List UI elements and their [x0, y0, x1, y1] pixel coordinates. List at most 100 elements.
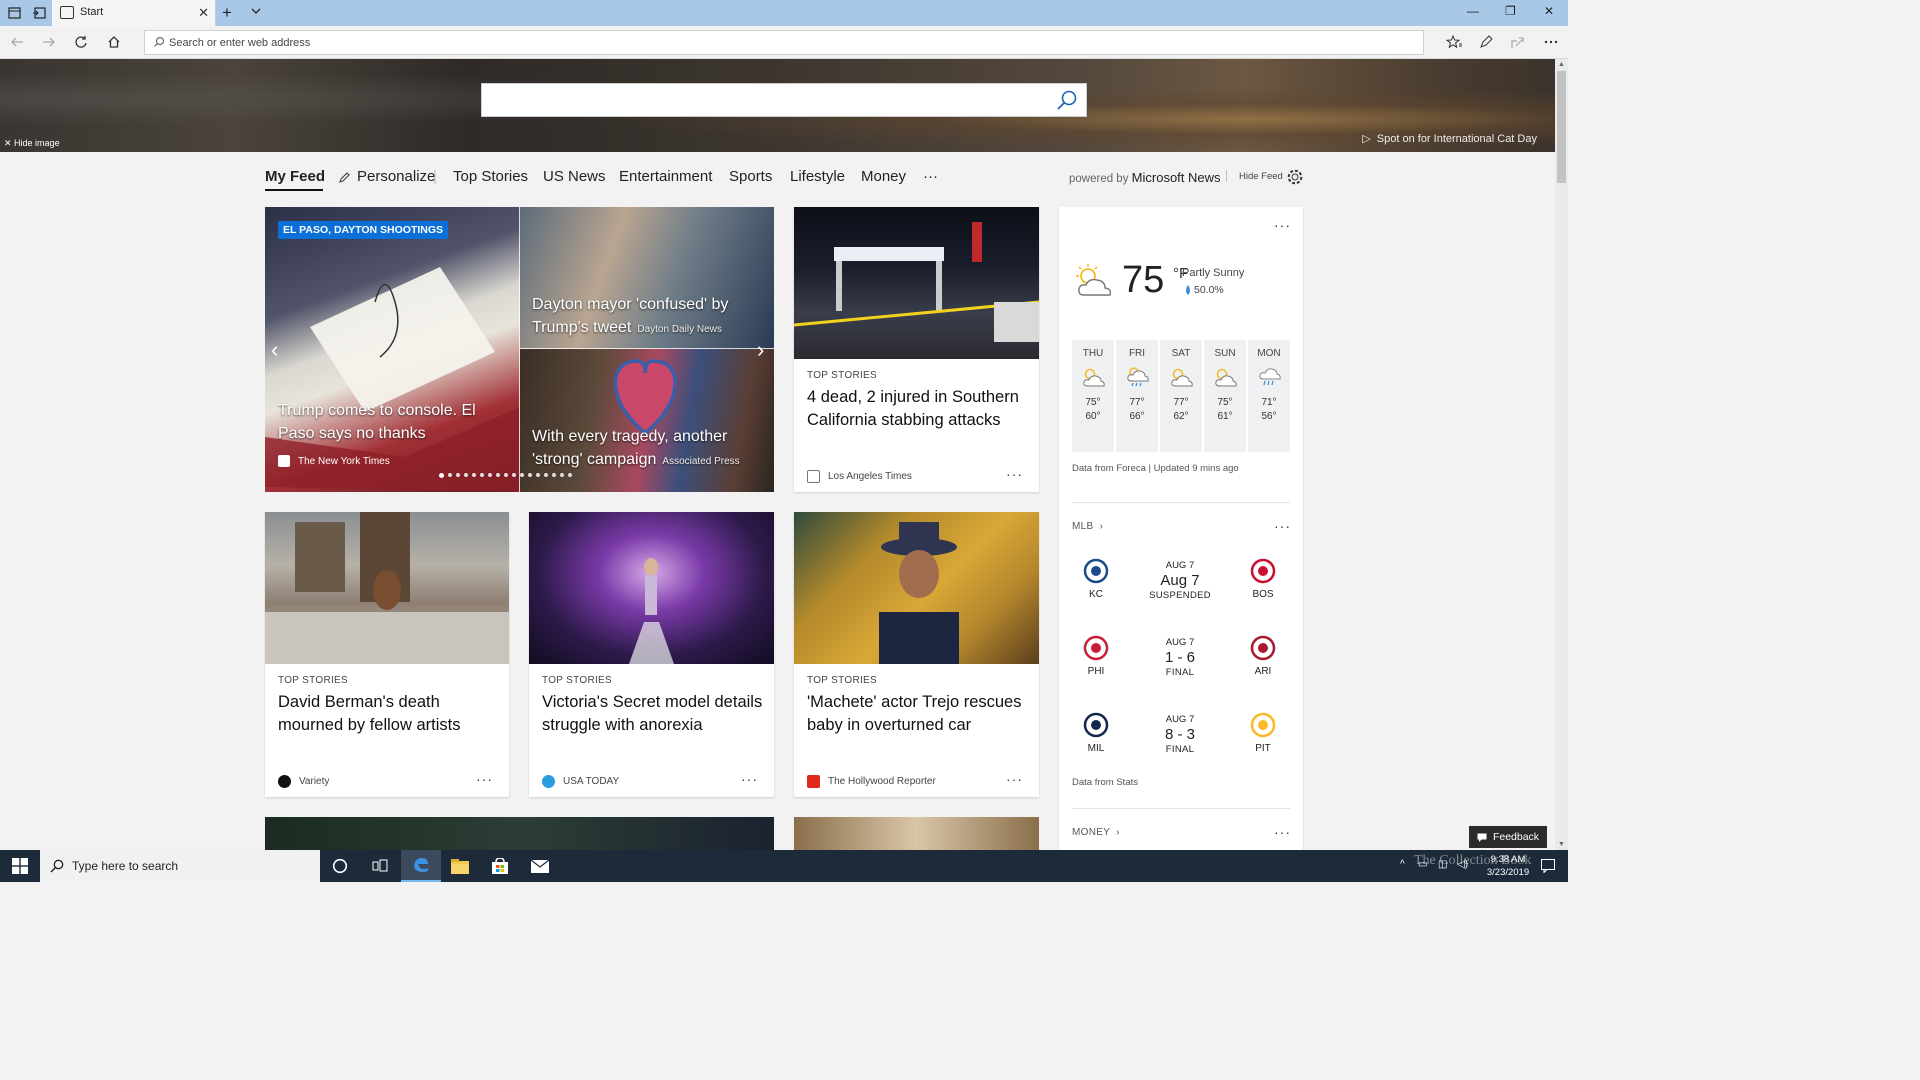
story-badge[interactable]: EL PASO, DAYTON SHOOTINGS: [278, 221, 449, 239]
mail-icon[interactable]: [520, 850, 560, 882]
card-image[interactable]: [529, 512, 774, 664]
file-explorer-icon[interactable]: [440, 850, 480, 882]
next-card-preview[interactable]: [794, 817, 1039, 850]
mlb-game-row[interactable]: MIL AUG 78 - 3 FINAL PIT: [1059, 711, 1303, 775]
set-tabs-aside-icon[interactable]: [29, 3, 49, 23]
carousel-next-icon[interactable]: ›: [757, 337, 764, 363]
refresh-icon[interactable]: [70, 32, 92, 52]
restore-button[interactable]: ❐: [1505, 4, 1516, 18]
gear-icon[interactable]: [1286, 168, 1304, 191]
tab-my-feed[interactable]: My Feed: [265, 168, 325, 185]
tab-entertainment[interactable]: Entertainment: [619, 168, 712, 185]
scroll-up-icon[interactable]: ▲: [1558, 61, 1565, 68]
away-team[interactable]: MIL: [1072, 711, 1120, 754]
back-icon[interactable]: [6, 32, 28, 52]
home-icon[interactable]: [103, 32, 125, 52]
carousel-dot[interactable]: [520, 473, 524, 477]
favorites-icon[interactable]: [1443, 32, 1465, 52]
tab-lifestyle[interactable]: Lifestyle: [790, 168, 845, 185]
carousel-dot[interactable]: [504, 473, 508, 477]
carousel-dot[interactable]: [512, 473, 516, 477]
tab-us-news[interactable]: US News: [543, 168, 606, 185]
carousel-dot[interactable]: [560, 473, 564, 477]
mlb-section-link[interactable]: MLB ›: [1072, 521, 1103, 532]
tab-personalize[interactable]: Personalize: [357, 168, 435, 185]
carousel-top-right-story[interactable]: Dayton mayor 'confused' by Trump's tweet…: [532, 293, 767, 341]
tab-top-stories[interactable]: Top Stories: [453, 168, 528, 185]
carousel-dot[interactable]: [536, 473, 540, 477]
carousel-dot[interactable]: [488, 473, 492, 477]
card-title[interactable]: David Berman's death mourned by fellow a…: [278, 691, 503, 737]
home-team[interactable]: ARI: [1239, 634, 1287, 677]
money-section-link[interactable]: MONEY ›: [1072, 827, 1120, 838]
card-title[interactable]: 4 dead, 2 injured in Southern California…: [807, 386, 1032, 432]
hide-image-link[interactable]: ✕ Hide image: [4, 138, 60, 149]
carousel-dot[interactable]: [544, 473, 548, 477]
image-caption-link[interactable]: ▷ Spot on for International Cat Day: [1362, 132, 1537, 145]
carousel-dot[interactable]: [439, 473, 444, 478]
news-card[interactable]: TOP STORIES 'Machete' actor Trejo rescue…: [794, 512, 1039, 797]
card-image[interactable]: [265, 512, 509, 664]
carousel-main-image[interactable]: EL PASO, DAYTON SHOOTINGS ‹ Trump comes …: [265, 207, 520, 492]
carousel-dot[interactable]: [448, 473, 452, 477]
forecast-day-fri[interactable]: FRI 77° 66°: [1116, 340, 1158, 452]
weather-more-button[interactable]: ···: [1274, 217, 1291, 233]
taskbar-search-input[interactable]: Type here to search: [40, 850, 320, 882]
tab-sports[interactable]: Sports: [729, 168, 772, 185]
carousel-dot[interactable]: [568, 473, 572, 477]
news-card[interactable]: TOP STORIES 4 dead, 2 injured in Souther…: [794, 207, 1039, 492]
card-more-button[interactable]: ···: [1006, 771, 1023, 787]
page-scrollbar[interactable]: ▲ ▼: [1555, 59, 1568, 850]
search-icon[interactable]: [1056, 89, 1078, 111]
settings-more-icon[interactable]: [1540, 32, 1562, 52]
share-icon[interactable]: [1507, 32, 1529, 52]
tab-start[interactable]: Start ✕: [52, 0, 216, 26]
home-team[interactable]: BOS: [1239, 557, 1287, 600]
carousel-dot[interactable]: [528, 473, 532, 477]
forecast-day-sun[interactable]: SUN 75° 61°: [1204, 340, 1246, 452]
mlb-more-button[interactable]: ···: [1274, 518, 1291, 534]
home-team[interactable]: PIT: [1239, 711, 1287, 754]
away-team[interactable]: PHI: [1072, 634, 1120, 677]
carousel-dot[interactable]: [552, 473, 556, 477]
hide-feed-link[interactable]: Hide Feed: [1239, 171, 1283, 182]
away-team[interactable]: KC: [1072, 557, 1120, 600]
card-image[interactable]: [794, 207, 1039, 359]
card-more-button[interactable]: ···: [741, 771, 758, 787]
tab-close-icon[interactable]: ✕: [198, 5, 209, 21]
news-card[interactable]: TOP STORIES David Berman's death mourned…: [265, 512, 509, 797]
hero-search-input[interactable]: [481, 83, 1087, 117]
windows-start-icon[interactable]: [0, 850, 40, 882]
more-tabs-button[interactable]: ···: [923, 168, 938, 185]
carousel-bottom-right-story[interactable]: With every tragedy, another 'strong' cam…: [532, 425, 767, 473]
card-title[interactable]: Victoria's Secret model details struggle…: [542, 691, 767, 737]
forecast-day-sat[interactable]: SAT 77° 62°: [1160, 340, 1202, 452]
mlb-game-row[interactable]: KC AUG 7 Aug 7 SUSPENDED BOS: [1059, 557, 1303, 621]
card-title[interactable]: 'Machete' actor Trejo rescues baby in ov…: [807, 691, 1032, 737]
money-more-button[interactable]: ···: [1274, 824, 1291, 840]
scroll-down-icon[interactable]: ▼: [1558, 841, 1565, 848]
carousel-pagination[interactable]: [439, 473, 572, 479]
card-image[interactable]: [794, 512, 1039, 664]
cortana-icon[interactable]: [320, 850, 360, 882]
new-tab-icon[interactable]: +: [222, 3, 232, 23]
next-card-preview[interactable]: [265, 817, 774, 850]
feedback-button[interactable]: Feedback: [1469, 826, 1547, 848]
carousel-dot[interactable]: [496, 473, 500, 477]
tabs-aside-icon[interactable]: [4, 3, 24, 23]
carousel-prev-icon[interactable]: ‹: [271, 337, 278, 363]
carousel-main-title[interactable]: Trump comes to console. El Paso says no …: [278, 399, 493, 445]
tab-preview-chevron-icon[interactable]: [250, 4, 262, 22]
show-hidden-icons-icon[interactable]: ^: [1400, 859, 1405, 870]
forward-icon[interactable]: [38, 32, 60, 52]
task-view-icon[interactable]: [360, 850, 400, 882]
carousel-top-right-image[interactable]: Dayton mayor 'confused' by Trump's tweet…: [520, 207, 774, 349]
card-more-button[interactable]: ···: [1006, 466, 1023, 482]
minimize-button[interactable]: —: [1467, 4, 1479, 18]
web-notes-icon[interactable]: [1475, 32, 1497, 52]
address-bar[interactable]: Search or enter web address: [144, 30, 1424, 55]
scroll-thumb[interactable]: [1557, 71, 1566, 183]
mlb-game-row[interactable]: PHI AUG 71 - 6 FINAL ARI: [1059, 634, 1303, 698]
carousel-dot[interactable]: [464, 473, 468, 477]
carousel-dot[interactable]: [472, 473, 476, 477]
